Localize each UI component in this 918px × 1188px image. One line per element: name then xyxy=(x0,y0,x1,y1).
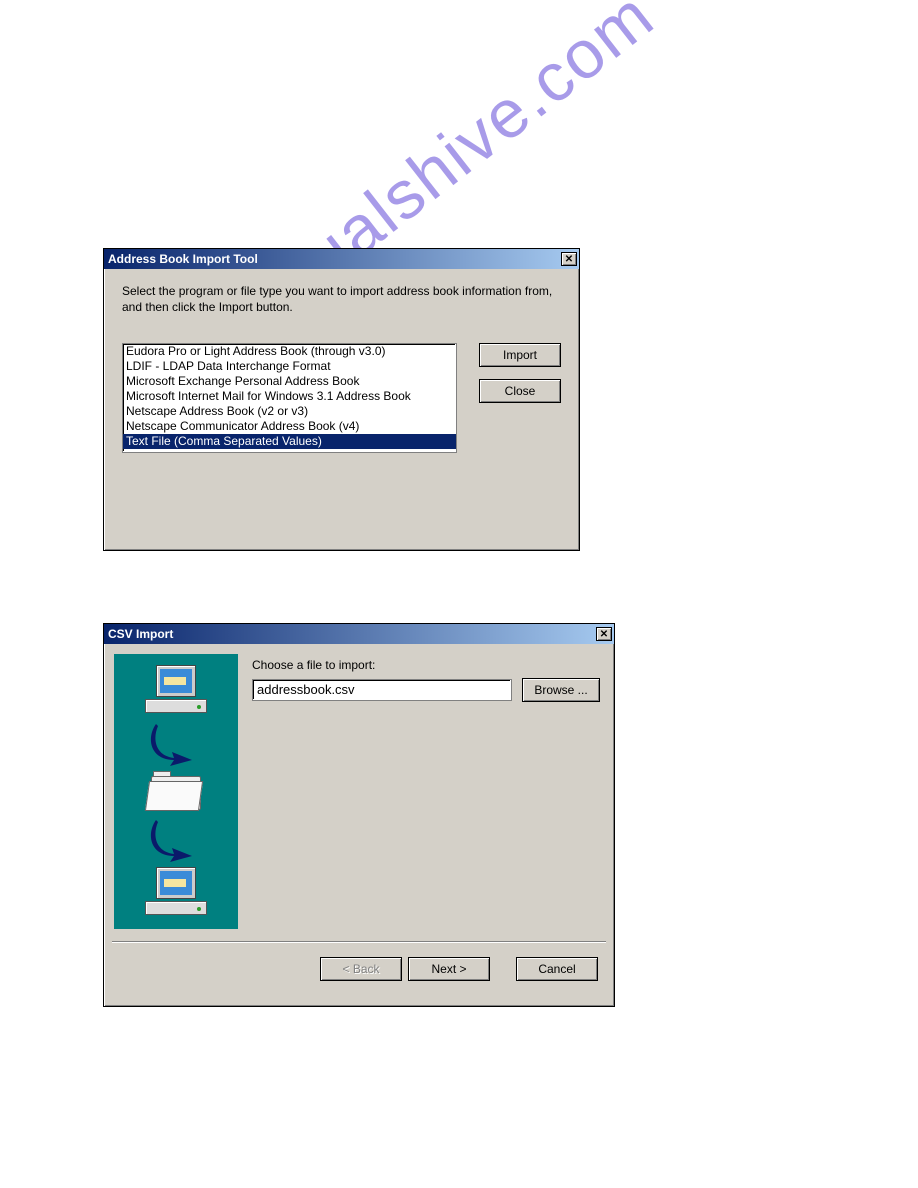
arrow-icon xyxy=(148,818,204,862)
format-listbox[interactable]: Eudora Pro or Light Address Book (throug… xyxy=(122,343,457,453)
list-item[interactable]: Text File (Comma Separated Values) xyxy=(123,434,456,449)
list-item[interactable]: Microsoft Internet Mail for Windows 3.1 … xyxy=(123,389,456,404)
wizard-graphic xyxy=(114,654,238,929)
computer-icon xyxy=(145,867,207,919)
close-button[interactable]: Close xyxy=(479,379,561,403)
list-item[interactable]: Microsoft Exchange Personal Address Book xyxy=(123,374,456,389)
file-path-input[interactable]: addressbook.csv xyxy=(252,679,512,701)
instruction-text: Select the program or file type you want… xyxy=(122,283,561,315)
arrow-icon xyxy=(148,722,204,766)
next-button[interactable]: Next > xyxy=(408,957,490,981)
choose-file-label: Choose a file to import: xyxy=(252,658,600,672)
list-item[interactable]: Netscape Address Book (v2 or v3) xyxy=(123,404,456,419)
address-book-import-dialog: Address Book Import Tool ✕ Select the pr… xyxy=(103,248,580,551)
cancel-button[interactable]: Cancel xyxy=(516,957,598,981)
import-button[interactable]: Import xyxy=(479,343,561,367)
back-button: < Back xyxy=(320,957,402,981)
close-icon[interactable]: ✕ xyxy=(596,627,612,641)
wizard-body: Choose a file to import: addressbook.csv… xyxy=(104,644,614,929)
list-item[interactable]: LDIF - LDAP Data Interchange Format xyxy=(123,359,456,374)
list-item[interactable]: Netscape Communicator Address Book (v4) xyxy=(123,419,456,434)
list-item[interactable]: Eudora Pro or Light Address Book (throug… xyxy=(123,344,456,359)
dialog-body: Select the program or file type you want… xyxy=(104,269,579,467)
browse-button[interactable]: Browse ... xyxy=(522,678,600,702)
titlebar: CSV Import ✕ xyxy=(104,624,614,644)
close-icon[interactable]: ✕ xyxy=(561,252,577,266)
csv-import-dialog: CSV Import ✕ Choose a file to import: a xyxy=(103,623,615,1007)
dialog-title: CSV Import xyxy=(108,627,173,641)
computer-icon xyxy=(145,665,207,717)
dialog-title: Address Book Import Tool xyxy=(108,252,258,266)
wizard-button-row: < Back Next > Cancel xyxy=(104,943,614,995)
titlebar: Address Book Import Tool ✕ xyxy=(104,249,579,269)
folder-icon xyxy=(147,771,205,813)
